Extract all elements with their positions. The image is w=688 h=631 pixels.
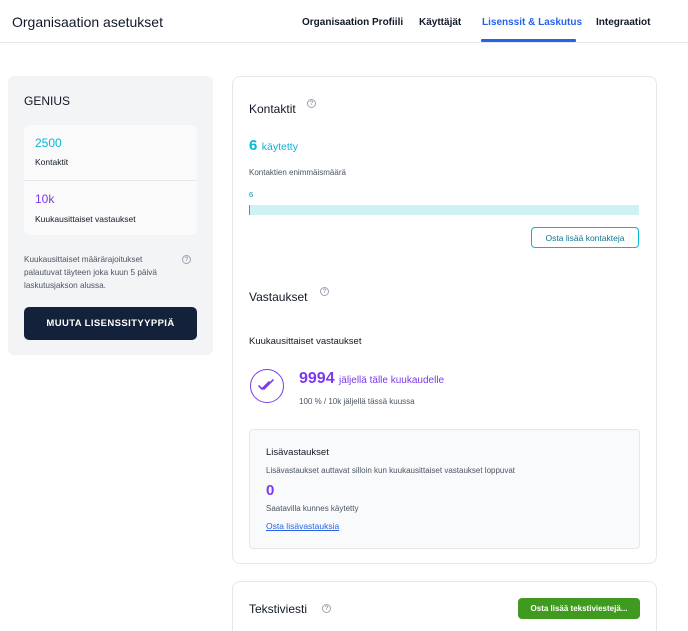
responses-limit-value: 10k [35,192,55,206]
contacts-progress-fill [249,205,250,215]
tab-licenses-billing[interactable]: Lisenssit & Laskutus [482,17,582,28]
buy-extra-responses-link[interactable]: Osta lisävastauksia [266,521,339,531]
progress-value-label: 6 [249,190,254,199]
contacts-limit-value: 2500 [35,136,62,150]
responses-remaining-count: 9994 [299,370,335,387]
extra-responses-value: 0 [266,482,275,499]
help-icon[interactable]: ? [307,99,316,108]
tab-organisation-profile[interactable]: Organisaation Profiili [302,17,403,28]
tab-users[interactable]: Käyttäjät [419,17,461,28]
contacts-used-label: käytetty [261,141,298,153]
help-icon[interactable]: ? [322,604,331,613]
responses-remaining-sub: 100 % / 10k jäljellä tässä kuussa [299,397,415,406]
contacts-limit-label: Kontaktit [35,157,69,167]
sms-title: Tekstiviesti [249,602,308,616]
buy-contacts-button[interactable]: Osta lisää kontakteja [531,227,639,248]
top-bar: Organisaation asetukset Organisaation Pr… [0,0,688,43]
extra-responses-title: Lisävastaukset [266,447,329,458]
license-sidebar: GENIUS 2500 Kontaktit 10k Kuukausittaise… [8,76,213,355]
contacts-max-label: Kontaktien enimmäismäärä [249,168,346,177]
contacts-used: 6 käytetty [249,137,298,155]
extra-responses-description: Lisävastaukset auttavat silloin kun kuuk… [266,466,516,475]
responses-title: Vastaukset [249,290,308,304]
divider [24,180,197,181]
active-tab-indicator [481,39,576,42]
extra-responses-status: Saatavilla kunnes käytetty [266,504,359,513]
contacts-progress-bar [249,205,639,215]
change-license-button[interactable]: MUUTA LISENSSITYYPPIÄ [24,307,197,340]
tab-bar: Organisaation Profiili Käyttäjät Lisenss… [0,0,688,43]
responses-limit-label: Kuukausittaiset vastaukset [35,214,136,224]
tab-integrations[interactable]: Integraatiot [596,17,650,28]
usage-card: Kontaktit ? 6 käytetty Kontaktien enimmä… [232,76,657,564]
help-icon[interactable]: ? [320,287,329,296]
responses-remaining: 9994 jäljellä tälle kuukaudelle [299,370,444,388]
responses-remaining-label: jäljellä tälle kuukaudelle [339,375,445,386]
monthly-responses-title: Kuukausittaiset vastaukset [249,336,362,347]
extra-responses-box: Lisävastaukset Lisävastaukset auttavat s… [249,429,640,549]
sms-card: Tekstiviesti ? Osta lisää tekstiviestejä… [232,581,657,631]
plan-limits-box: 2500 Kontaktit 10k Kuukausittaiset vasta… [24,125,197,235]
help-icon[interactable]: ? [182,255,191,264]
contacts-title: Kontaktit [249,102,296,116]
reset-note: Kuukausittaiset määrärajoitukset palautu… [24,255,157,290]
plan-name: GENIUS [24,94,71,108]
contacts-used-count: 6 [249,137,258,154]
buy-sms-button[interactable]: Osta lisää tekstiviestejä... [518,598,640,619]
double-check-icon [250,369,284,403]
